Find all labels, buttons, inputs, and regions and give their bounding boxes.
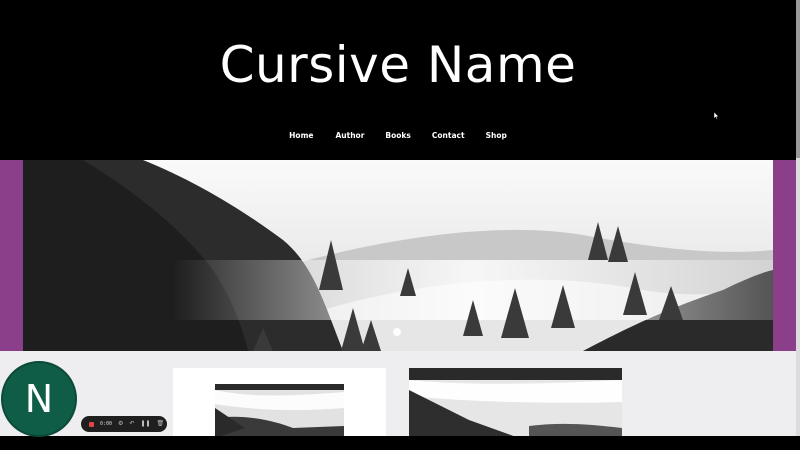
nav-home[interactable]: Home [289, 128, 313, 143]
book-card-1[interactable] [173, 368, 386, 438]
site-header: Cursive Name Home Author Books Contact S… [0, 0, 796, 160]
book-card-2[interactable] [409, 368, 622, 438]
pause-icon[interactable]: ❚❚ [140, 421, 150, 427]
book-card-1-image [215, 384, 344, 438]
nav-author[interactable]: Author [335, 128, 364, 143]
page-scrollbar[interactable] [796, 0, 800, 436]
mouse-cursor-icon [714, 112, 720, 120]
undo-icon[interactable]: ↶ [129, 421, 134, 427]
hero-forest-image [23, 160, 773, 351]
stop-icon[interactable] [89, 421, 94, 427]
site-title: Cursive Name [219, 36, 577, 94]
nav-books[interactable]: Books [385, 128, 410, 143]
bottom-black-bar [0, 436, 800, 450]
nav-shop[interactable]: Shop [486, 128, 507, 143]
settings-icon[interactable]: ⚙ [118, 421, 123, 427]
nav-contact[interactable]: Contact [432, 128, 465, 143]
scrollbar-thumb[interactable] [796, 0, 800, 158]
avatar-letter: N [24, 377, 54, 421]
hero-banner [0, 160, 796, 351]
user-avatar[interactable]: N [3, 363, 75, 435]
trash-icon[interactable]: 🗑 [157, 421, 165, 427]
main-nav: Home Author Books Contact Shop [0, 128, 796, 143]
recording-toolbar: 0:00 ⚙ ↶ ❚❚ 🗑 [81, 416, 167, 432]
recording-time: 0:00 [100, 421, 113, 427]
book-card-2-image [409, 368, 622, 438]
